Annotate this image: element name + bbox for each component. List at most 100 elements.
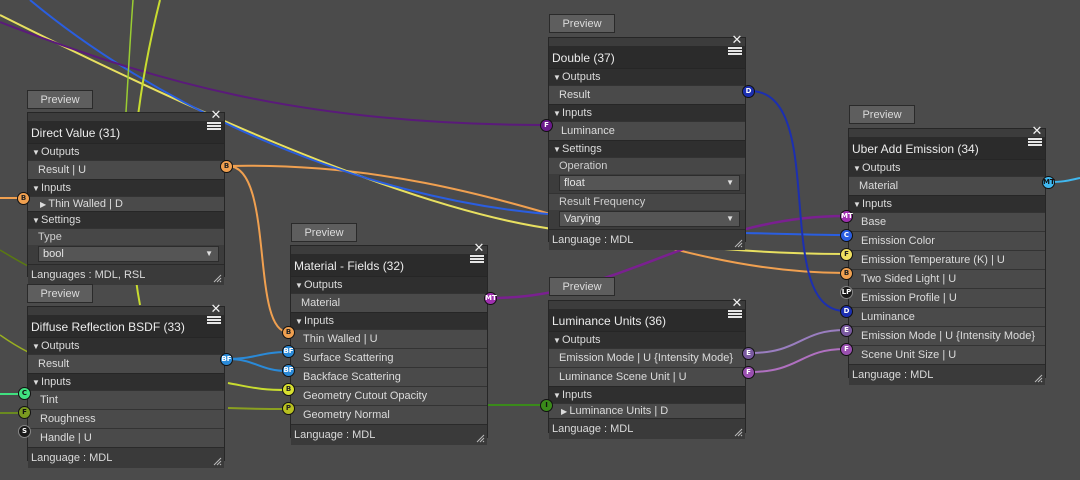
section-inputs[interactable]: ▼Inputs [849, 195, 1045, 212]
result-frequency-dropdown[interactable]: Varying ▼ [559, 211, 740, 227]
operation-dropdown[interactable]: float ▼ [559, 175, 740, 191]
preview-button-luminance-units[interactable]: Preview [549, 277, 615, 296]
section-inputs[interactable]: ▼Inputs [28, 373, 224, 390]
input-thin-walled[interactable]: ▶ Thin Walled | D [28, 196, 224, 211]
section-inputs[interactable]: ▼Inputs [28, 179, 224, 196]
preview-button-material-fields[interactable]: Preview [291, 223, 357, 242]
output-material: Material [291, 293, 487, 312]
close-icon[interactable]: ✕ [1031, 124, 1043, 137]
section-outputs[interactable]: ▼Outputs [291, 276, 487, 293]
close-icon[interactable]: ✕ [210, 302, 222, 315]
node-menu-icon[interactable] [470, 255, 484, 266]
input-two-sided-light[interactable]: Two Sided Light | U [849, 269, 1045, 288]
port-f[interactable]: F [540, 119, 553, 132]
resize-grip-icon[interactable] [1033, 373, 1043, 383]
port-f[interactable]: F [742, 366, 755, 379]
port-label: Emission Temperature (K) | U [861, 254, 1005, 266]
input-geometry-cutout-opacity[interactable]: Geometry Cutout Opacity [291, 386, 487, 405]
port-bf[interactable]: BF [220, 353, 233, 366]
node-menu-icon[interactable] [207, 122, 221, 133]
section-label: Outputs [41, 340, 80, 352]
port-mt[interactable]: MT [484, 292, 497, 305]
preview-button-diffuse[interactable]: Preview [27, 284, 93, 303]
node-luminance-units[interactable]: ✕ Luminance Units (36) ▼Outputs Emission… [548, 296, 746, 439]
input-roughness[interactable]: Roughness [28, 409, 224, 428]
close-icon[interactable]: ✕ [210, 108, 222, 121]
input-luminance[interactable]: Luminance [849, 307, 1045, 326]
port-b-orange[interactable]: B [17, 192, 30, 205]
port-mt[interactable]: MT [1042, 176, 1055, 189]
section-inputs[interactable]: ▼Inputs [291, 312, 487, 329]
section-inputs[interactable]: ▼Inputs [549, 104, 745, 121]
input-emission-color[interactable]: Emission Color [849, 231, 1045, 250]
port-mt[interactable]: MT [840, 210, 853, 223]
resize-grip-icon[interactable] [733, 238, 743, 248]
section-outputs[interactable]: ▼Outputs [549, 68, 745, 85]
wire-purple-to-luminance [0, 21, 546, 126]
port-f[interactable]: F [840, 248, 853, 261]
input-emission-mode[interactable]: Emission Mode | U {Intensity Mode} [849, 326, 1045, 345]
input-surface-scattering[interactable]: Surface Scattering [291, 348, 487, 367]
input-backface-scattering[interactable]: Backface Scattering [291, 367, 487, 386]
type-dropdown[interactable]: bool ▼ [38, 246, 219, 262]
section-outputs[interactable]: ▼Outputs [849, 159, 1045, 176]
port-e[interactable]: E [742, 347, 755, 360]
port-b-orange[interactable]: B [220, 160, 233, 173]
resize-grip-icon[interactable] [212, 456, 222, 466]
node-uber-add-emission[interactable]: ✕ Uber Add Emission (34) ▼Outputs Materi… [848, 124, 1046, 385]
input-thin-walled[interactable]: Thin Walled | U [291, 329, 487, 348]
close-icon[interactable]: ✕ [473, 241, 485, 254]
section-outputs[interactable]: ▼Outputs [28, 337, 224, 354]
section-outputs[interactable]: ▼Outputs [549, 331, 745, 348]
port-label: Result [38, 358, 70, 370]
port-i[interactable]: I [540, 399, 553, 412]
close-icon[interactable]: ✕ [731, 296, 743, 309]
input-luminance[interactable]: Luminance [549, 121, 745, 140]
input-scene-unit-size[interactable]: Scene Unit Size | U [849, 345, 1045, 364]
section-settings[interactable]: ▼Settings [28, 211, 224, 228]
node-menu-icon[interactable] [207, 316, 221, 327]
input-base[interactable]: Base [849, 212, 1045, 231]
port-b-yellow[interactable]: B [282, 383, 295, 396]
port-b-orange[interactable]: B [840, 267, 853, 280]
port-c[interactable]: C [18, 387, 31, 400]
port-lp[interactable]: LP [840, 286, 853, 299]
port-b-orange[interactable]: B [282, 326, 295, 339]
port-d[interactable]: D [742, 85, 755, 98]
port-e[interactable]: E [840, 324, 853, 337]
node-menu-icon[interactable] [728, 310, 742, 321]
section-inputs[interactable]: ▼Inputs [549, 386, 745, 403]
port-s[interactable]: S [18, 425, 31, 438]
input-luminance-units[interactable]: ▶ Luminance Units | D [549, 403, 745, 418]
node-material-fields[interactable]: ✕ Material - Fields (32) ▼Outputs Materi… [290, 241, 488, 445]
preview-button-uber-add-emission[interactable]: Preview [849, 105, 915, 124]
resize-grip-icon[interactable] [212, 273, 222, 283]
input-emission-profile[interactable]: Emission Profile | U [849, 288, 1045, 307]
input-emission-temperature[interactable]: Emission Temperature (K) | U [849, 250, 1045, 269]
resize-grip-icon[interactable] [475, 433, 485, 443]
port-p[interactable]: P [282, 402, 295, 415]
close-icon[interactable]: ✕ [731, 33, 743, 46]
section-label: Inputs [562, 107, 592, 119]
port-f[interactable]: F [18, 406, 31, 419]
preview-button-direct-value[interactable]: Preview [27, 90, 93, 109]
input-tint[interactable]: Tint [28, 390, 224, 409]
node-direct-value[interactable]: ✕ Direct Value (31) ▼Outputs Result | U … [27, 108, 225, 285]
node-menu-icon[interactable] [728, 47, 742, 58]
language-label: Language : MDL [31, 452, 113, 464]
node-diffuse-reflection-bsdf[interactable]: ✕ Diffuse Reflection BSDF (33) ▼Outputs … [27, 302, 225, 468]
port-bf[interactable]: BF [282, 364, 295, 377]
resize-grip-icon[interactable] [733, 427, 743, 437]
port-label: Two Sided Light | U [861, 273, 957, 285]
port-bf[interactable]: BF [282, 345, 295, 358]
node-menu-icon[interactable] [1028, 138, 1042, 149]
port-f[interactable]: F [840, 343, 853, 356]
input-handle[interactable]: Handle | U [28, 428, 224, 447]
section-outputs[interactable]: ▼Outputs [28, 143, 224, 160]
port-d[interactable]: D [840, 305, 853, 318]
preview-button-double[interactable]: Preview [549, 14, 615, 33]
node-double[interactable]: ✕ Double (37) ▼Outputs Result ▼Inputs Lu… [548, 33, 746, 250]
port-c[interactable]: C [840, 229, 853, 242]
section-settings[interactable]: ▼Settings [549, 140, 745, 157]
input-geometry-normal[interactable]: Geometry Normal [291, 405, 487, 424]
